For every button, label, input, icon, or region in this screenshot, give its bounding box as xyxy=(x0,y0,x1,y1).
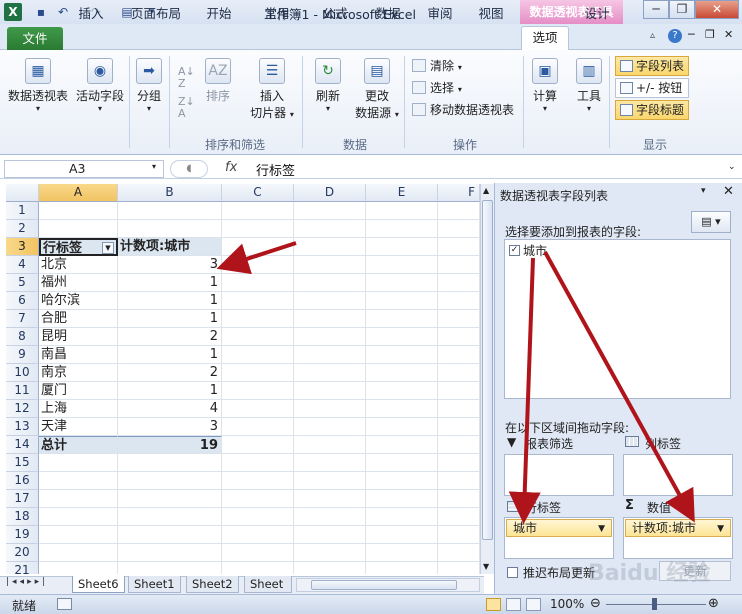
arrow-to-value-3 xyxy=(216,241,297,275)
arrow-to-values xyxy=(543,251,695,523)
arrow-to-row-labels xyxy=(508,257,541,524)
watermark: Baidu 经验 xyxy=(588,561,711,586)
annotation-arrows xyxy=(216,241,695,524)
